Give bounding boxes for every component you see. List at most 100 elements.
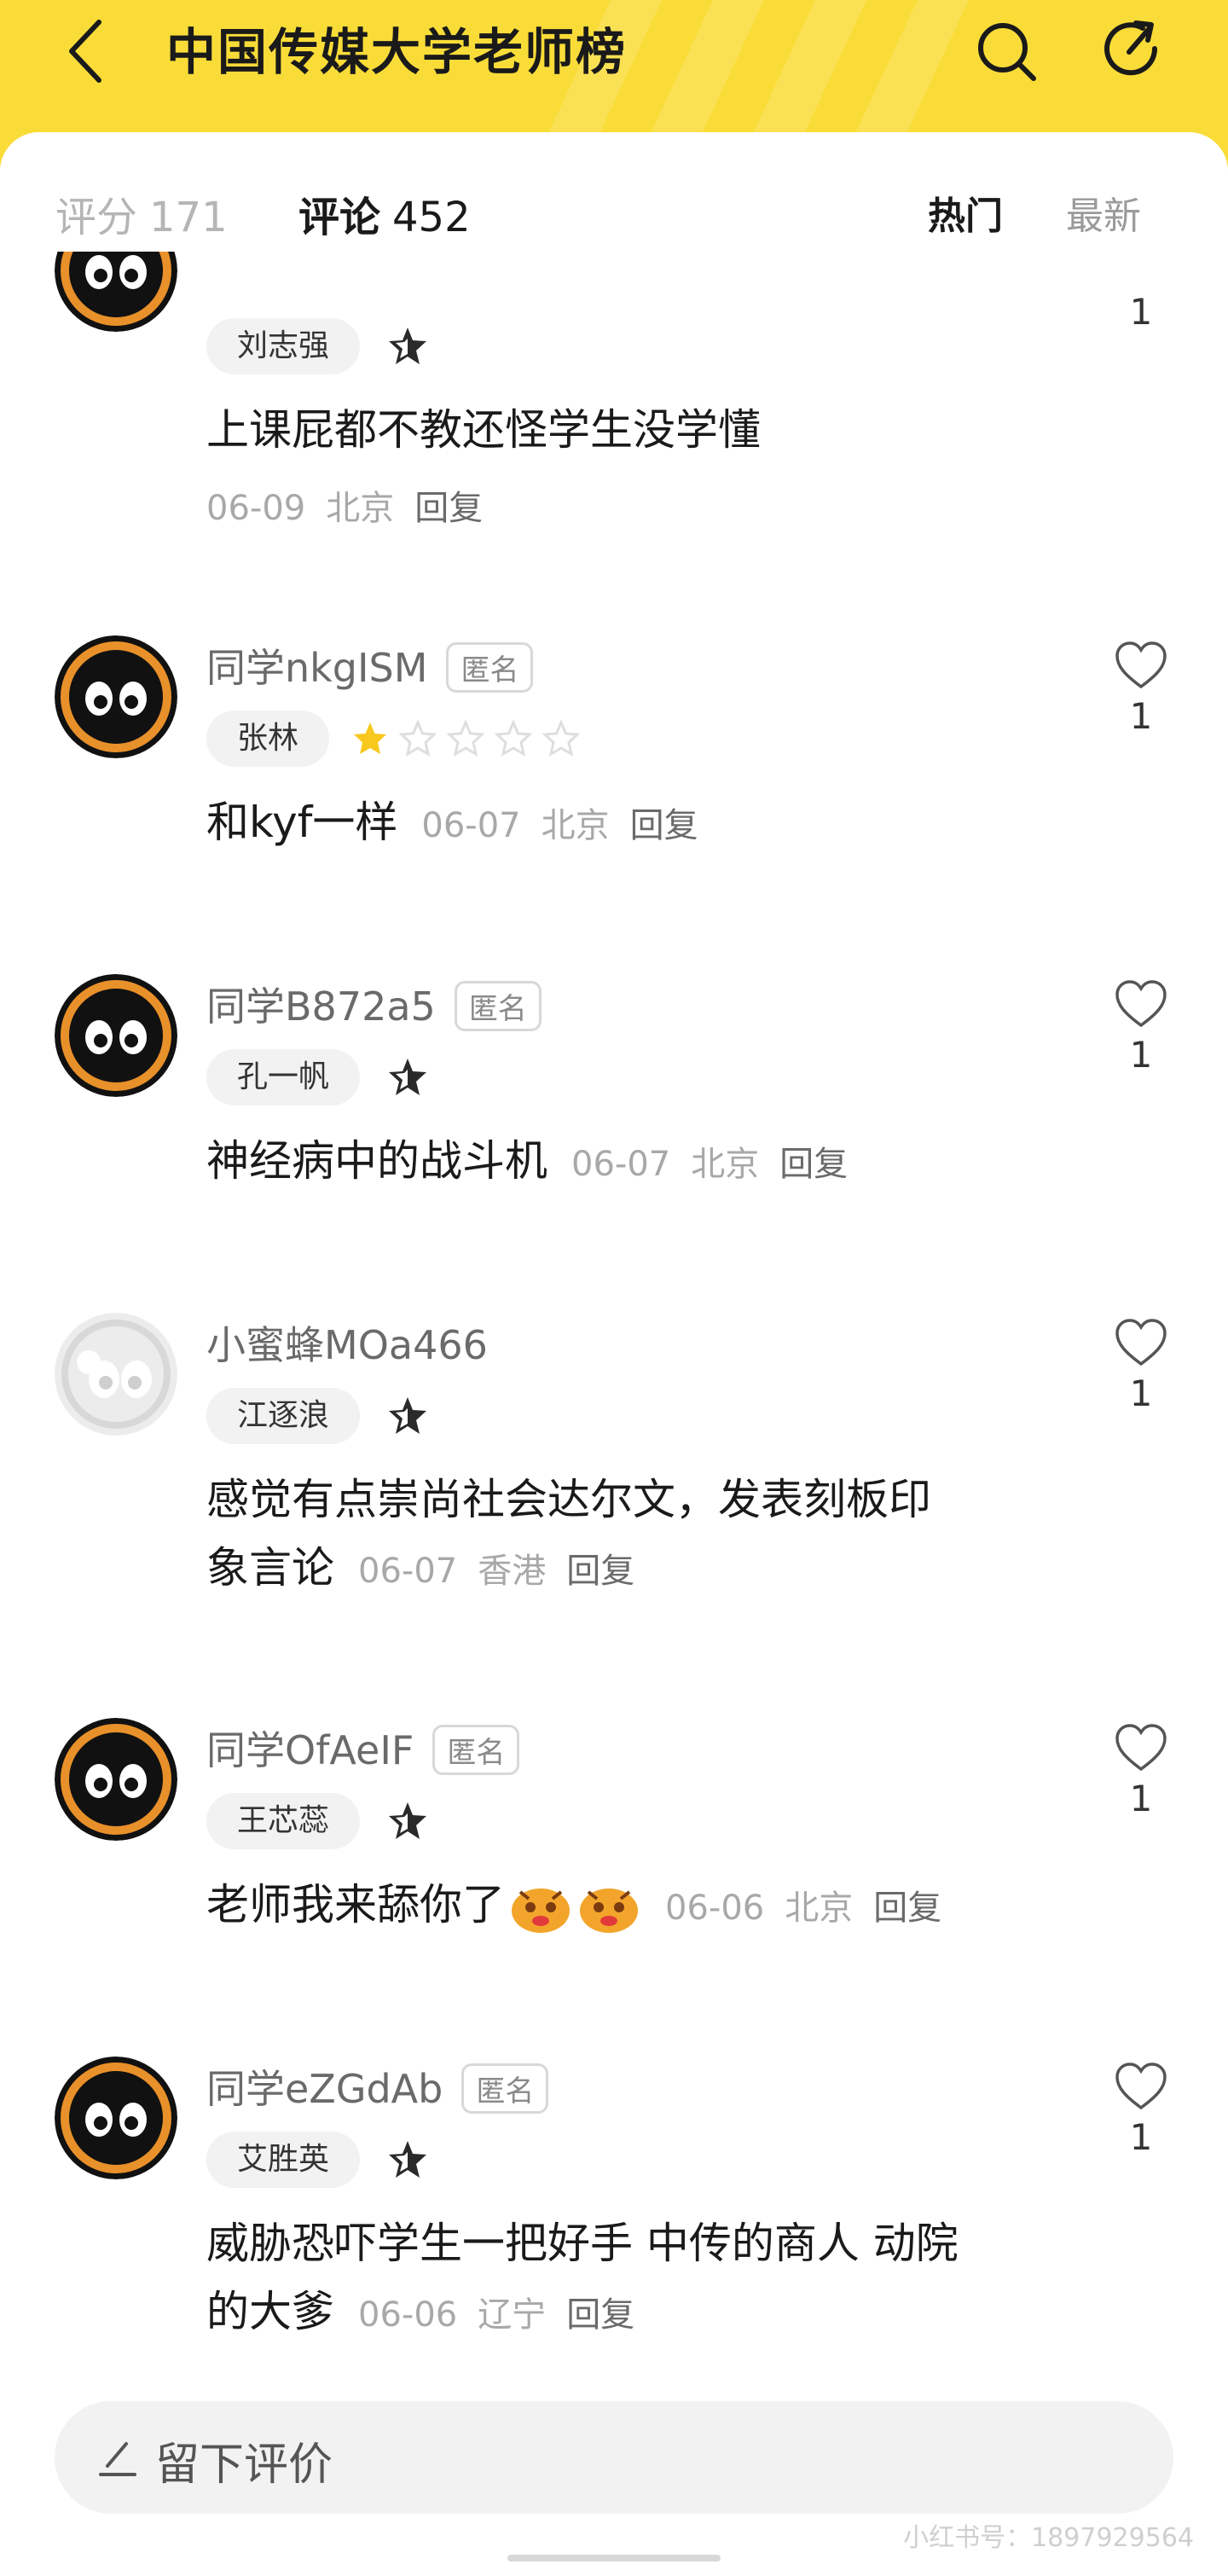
username-text: 同学eZGdAb [206,2066,443,2112]
comment-date: 06-07 [421,806,521,845]
comment-text: 老师我来舔你了 [206,1880,505,1929]
pencil-icon [99,2442,136,2476]
teacher-tag[interactable]: 王芯蕊 [206,1793,361,1849]
username[interactable]: 同学B872a5 匿名 [206,976,542,1035]
page-title: 中国传媒大学老师榜 [166,23,628,81]
star-rating [351,720,580,757]
username-text: 同学nkgISM [206,645,428,691]
share-button[interactable] [1096,15,1167,87]
comment-body: 的大爹 06-06 辽宁 回复 [206,2285,634,2341]
heart-icon [1115,980,1167,1028]
like-button[interactable]: 1 [1100,2062,1182,2158]
username-text: 同学OfAeIF [206,1727,414,1773]
emoji-sticker-icon [580,1888,638,1933]
comment-location: 辽宁 [478,2295,547,2335]
star-empty-icon [542,720,580,757]
heart-icon [1115,1319,1167,1366]
back-button[interactable] [51,17,119,85]
comment-item: 小蜜蜂MOa466 江逐浪 感觉有点崇尚社会达尔文，发表刻板印 象言论 06-07… [0,1313,1228,1637]
like-button[interactable]: 1 [1100,1318,1182,1414]
comment-body: 老师我来舔你了 06-06 北京 回复 [206,1878,941,1935]
username[interactable]: 小蜜蜂MOa466 [206,1314,488,1371]
like-count: 1 [1129,2116,1153,2158]
star-empty-icon [399,720,437,757]
reply-button[interactable]: 回复 [873,1888,941,1928]
tab-score-label: 评分 [55,194,138,241]
username-text: 同学B872a5 [206,983,436,1030]
comment-body: 和kyf一样 06-07 北京 回复 [206,796,698,852]
like-button[interactable]: 1 [1100,641,1182,737]
like-count: 1 [1129,291,1153,333]
like-button[interactable]: 1 [1100,286,1182,333]
share-icon [1104,20,1158,76]
username[interactable]: 同学nkgISM 匿名 [206,637,534,696]
anonymous-badge: 匿名 [461,2063,549,2114]
rating-icon [389,2141,426,2178]
comment-location: 香港 [478,1552,547,1591]
avatar[interactable] [55,1313,177,1436]
review-input-placeholder: 留下评价 [155,2440,333,2491]
comment-item: 同学eZGdAb 匿名 艾胜英 威胁恐吓学生一把好手 中传的商人 动院 的大爹 06… [0,2057,1228,2381]
tab-comments-label: 评论 [298,194,381,241]
heart-icon [1115,2063,1167,2110]
comment-text: 威胁恐吓学生一把好手 中传的商人 动院 [206,2219,959,2268]
username[interactable]: 同学eZGdAb 匿名 [206,2058,549,2117]
like-button[interactable]: 1 [1100,1723,1182,1819]
teacher-tag[interactable]: 江逐浪 [206,1388,361,1444]
rating-icon [389,1059,426,1095]
reply-button[interactable]: 回复 [630,806,698,845]
like-count: 1 [1129,695,1153,737]
comment-text: 和kyf一样 [206,798,398,847]
comment-location: 北京 [691,1145,760,1184]
teacher-tag[interactable]: 张林 [206,711,330,767]
sort-hot[interactable]: 热门 [928,185,1003,240]
anonymous-badge: 匿名 [454,981,542,1031]
comment-location: 北京 [785,1888,854,1928]
teacher-tag[interactable]: 孔一帆 [206,1049,361,1105]
reply-button[interactable]: 回复 [566,2295,634,2335]
avatar[interactable] [55,2057,177,2179]
reply-button[interactable]: 回复 [414,489,483,528]
comment-date: 06-06 [358,2295,458,2335]
star-filled-icon [354,722,386,754]
rating-icon [389,328,426,364]
comment-body: 神经病中的战斗机 06-07 北京 回复 [206,1134,848,1191]
anonymous-badge: 匿名 [432,1725,520,1775]
comment-text: 的大爹 [206,2287,334,2336]
tab-comments-count: 452 [392,194,471,241]
chevron-left-icon [69,20,101,83]
comment-date: 06-06 [665,1888,765,1928]
comment-item: 同学OfAeIF 匿名 王芯蕊 老师我来舔你了 06-06 北京 回复 1 [0,1718,1228,1974]
rating-icon [389,1802,426,1839]
search-icon [978,23,1036,81]
like-count: 1 [1129,1778,1153,1819]
tab-comments[interactable]: 评论 452 [298,183,471,243]
teacher-tag[interactable]: 艾胜英 [206,2132,361,2188]
search-button[interactable] [970,15,1042,87]
comments-card: 评分 171 评论 452 热门 最新 刘志强 上课屁都不教还怪学生没学懂 06-0… [0,132,1228,2576]
avatar[interactable] [55,635,177,758]
heart-icon [1115,641,1167,689]
star-empty-icon [447,720,484,757]
like-count: 1 [1129,1372,1153,1414]
like-count: 1 [1129,1034,1153,1076]
reply-button[interactable]: 回复 [566,1552,634,1591]
review-input[interactable]: 留下评价 [55,2401,1173,2514]
like-button[interactable]: 1 [1100,979,1182,1076]
avatar[interactable] [55,974,177,1097]
username-text: 小蜜蜂MOa466 [206,1322,488,1368]
comment-date: 06-07 [571,1145,671,1184]
tab-bar: 评分 171 评论 452 热门 最新 [0,132,1228,252]
tab-score[interactable]: 评分 171 [55,183,228,243]
comment-text: 象言论 [206,1543,334,1593]
teacher-tag[interactable]: 刘志强 [206,318,361,374]
reply-button[interactable]: 回复 [779,1145,848,1184]
home-indicator[interactable] [507,2555,721,2561]
comment-item: 同学B872a5 匿名 孔一帆 神经病中的战斗机 06-07 北京 回复 1 [0,974,1228,1230]
sort-new[interactable]: 最新 [1066,185,1141,240]
username[interactable]: 同学OfAeIF 匿名 [206,1720,520,1778]
comment-date: 06-09 [206,489,306,528]
avatar[interactable] [55,1718,177,1841]
watermark: 小红书号：1897929564 [903,2523,1194,2553]
comment-item: 同学nkgISM 匿名 张林 和kyf一样 06-07 北京 回复 1 [0,635,1228,891]
